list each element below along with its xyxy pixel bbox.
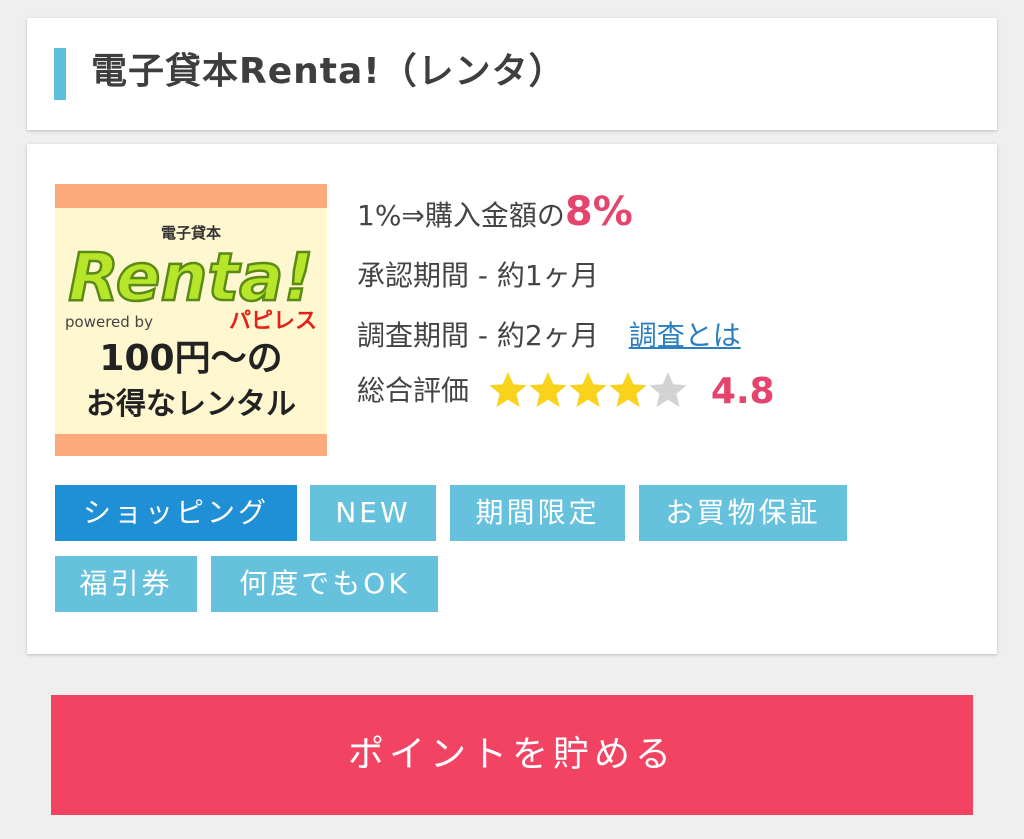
logo-powered-text: powered by xyxy=(65,313,153,331)
star-filled-icon xyxy=(609,372,647,407)
logo-partner-name: パピレス xyxy=(229,309,317,334)
approval-period: 承認期間 - 約1ヶ月 xyxy=(357,259,599,292)
tag-new[interactable]: NEW xyxy=(310,485,436,541)
rating-score: 4.8 xyxy=(710,371,775,412)
logo-brand: Renta! xyxy=(68,239,313,316)
star-empty-icon xyxy=(649,372,687,407)
title-accent-bar xyxy=(54,48,66,100)
title-card: 電子貸本Renta!（レンタ） xyxy=(27,18,997,130)
tag-purchase-guarantee[interactable]: お買物保証 xyxy=(639,485,847,541)
logo-bottom-stripe xyxy=(55,434,327,456)
offer-card: 電子貸本 Renta! powered by パピレス 100円～の お得なレン… xyxy=(27,144,997,654)
earn-points-button[interactable]: ポイントを貯める xyxy=(51,695,973,815)
tag-shopping[interactable]: ショッピング xyxy=(55,485,297,541)
rating-line: 総合評価 4.8 xyxy=(357,372,775,412)
rate-line: 1%⇒購入金額の8% xyxy=(357,192,633,234)
logo-rental-line: お得なレンタル xyxy=(86,387,296,422)
renta-logo[interactable]: 電子貸本 Renta! powered by パピレス 100円～の お得なレン… xyxy=(55,184,327,456)
tag-limited-time[interactable]: 期間限定 xyxy=(450,485,625,541)
star-filled-icon xyxy=(569,372,607,407)
survey-info-link[interactable]: 調査とは xyxy=(629,319,741,352)
rate-prefix: 1%⇒購入金額の xyxy=(357,199,565,232)
logo-top-stripe xyxy=(55,184,327,208)
star-filled-icon xyxy=(489,372,527,407)
rate-value: 8% xyxy=(564,189,633,235)
logo-price-line: 100円～の xyxy=(99,338,282,379)
survey-line: 調査期間 - 約2ヶ月 調査とは xyxy=(357,318,741,354)
rating-stars xyxy=(488,370,688,410)
rating-label: 総合評価 xyxy=(357,374,470,407)
star-filled-icon xyxy=(529,372,567,407)
page-title: 電子貸本Renta!（レンタ） xyxy=(91,51,566,92)
tag-lottery-ticket[interactable]: 福引券 xyxy=(55,556,197,612)
survey-period: 調査期間 - 約2ヶ月 xyxy=(357,319,599,352)
tag-unlimited[interactable]: 何度でもOK xyxy=(211,556,438,612)
